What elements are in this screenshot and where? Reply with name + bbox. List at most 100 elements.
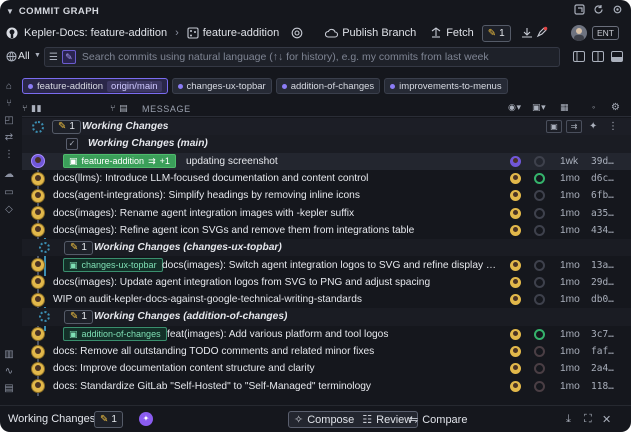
search-scope-dropdown[interactable]: All	[18, 50, 30, 62]
sha-column-icon[interactable]: ◦	[592, 102, 596, 112]
commit-sha: 118…	[591, 380, 614, 392]
commit-row[interactable]: docs(images): Refine agent icon SVGs and…	[22, 222, 631, 239]
fetch-icon	[430, 27, 442, 39]
open-in-editor-icon[interactable]	[574, 4, 585, 15]
working-changes-main-row[interactable]: ✓ Working Changes (main)	[22, 135, 631, 153]
branch-dot-icon	[177, 83, 183, 89]
close-icon[interactable]: ✕	[602, 413, 611, 426]
more-icon[interactable]: ⋮	[608, 121, 618, 132]
branch-label-changes-ux-topbar[interactable]: ▣ changes-ux-topbar	[63, 258, 163, 273]
refresh-icon[interactable]	[593, 4, 604, 15]
wip-count-badge: ✎ 1	[64, 309, 93, 324]
account-avatar[interactable]	[571, 25, 587, 41]
commit-sha: 434…	[591, 224, 614, 236]
author-column-icon[interactable]: ◉▾	[508, 102, 522, 113]
chip-addition-of-changes[interactable]: addition-of-changes	[275, 78, 381, 94]
tag-icon[interactable]: ◇	[3, 203, 15, 215]
layout-split-icon[interactable]	[573, 51, 585, 62]
working-changes-branch-row[interactable]: ✎ 1 Working Changes (addition-of-changes…	[22, 308, 631, 326]
commit-message: updating screenshot	[186, 155, 278, 167]
pull-request-icon[interactable]: ⇄	[3, 131, 15, 143]
branch-filter-chips: feature-addition origin/main changes-ux-…	[22, 78, 508, 94]
publish-branch-button[interactable]: Publish Branch	[342, 27, 416, 39]
target-icon[interactable]	[291, 27, 303, 39]
ci-status-icon	[534, 155, 545, 167]
merge-icon[interactable]: ⇉	[566, 120, 582, 133]
chip-changes-ux-topbar[interactable]: changes-ux-topbar	[171, 78, 272, 94]
working-changes-row[interactable]: ✎ 1 Working Changes ▣ ⇉ ✦ ⋮	[22, 118, 631, 136]
status-column-icon[interactable]: ▣▾	[532, 102, 546, 113]
ai-search-toggle-icon[interactable]: ✎	[61, 50, 76, 64]
branch-label-addition-of-changes[interactable]: ▣ addition-of-changes	[63, 327, 167, 342]
commit-row[interactable]: docs(images): Update agent integration l…	[22, 274, 631, 291]
compare-button[interactable]: ⇋ Compare	[404, 411, 472, 428]
commit-row[interactable]: docs: Standardize GitLab "Self-Hosted" t…	[22, 377, 631, 394]
commit-message: Working Changes (addition-of-changes)	[94, 311, 288, 323]
stash-icon[interactable]: ▣	[546, 120, 562, 133]
collapse-chevron-icon[interactable]: ▼	[6, 7, 14, 16]
commit-row[interactable]: ▣ feature-addition ⇉ +1 updating screens…	[22, 152, 631, 170]
compare-icon: ⇋	[409, 414, 419, 426]
commit-age: 1mo	[560, 346, 580, 357]
terminal-icon[interactable]: ▤	[3, 382, 15, 394]
wand-icon[interactable]: ✦	[589, 121, 597, 132]
ci-status-icon	[534, 259, 545, 271]
activity-icon[interactable]: ∿	[3, 365, 15, 377]
footer-wip-count-badge[interactable]: ✎ 1	[94, 411, 123, 428]
settings-gear-icon[interactable]	[612, 4, 623, 15]
commit-message: docs(llms): Introduce LLM-focused docume…	[53, 173, 369, 185]
chip-improvements-to-menus[interactable]: improvements-to-menus	[384, 78, 508, 94]
commit-row[interactable]: docs(llms): Introduce LLM-focused docume…	[22, 170, 631, 187]
footer-bar: Working Changes ✎ 1 ✦ ✧ Compose ☷ Review…	[0, 405, 631, 432]
cloud-icon[interactable]: ☁	[3, 168, 15, 180]
ci-status-icon	[534, 190, 545, 202]
branch-label-feature-addition[interactable]: ▣ feature-addition ⇉ +1	[63, 154, 176, 169]
panel-layout-icon[interactable]: ▥	[3, 348, 15, 360]
commit-row[interactable]: ▣ addition-of-changes feat(images): Add …	[22, 326, 631, 343]
message-column-header[interactable]: MESSAGE	[142, 104, 191, 114]
remote-icon[interactable]: ◰	[3, 114, 15, 126]
commit-message: docs(images): Switch agent integration l…	[162, 259, 498, 271]
compose-review-toggle[interactable]: ✧ Compose ☷ Review	[288, 411, 419, 428]
commit-sha: d6c…	[591, 173, 614, 185]
commit-sha: 13a…	[591, 259, 614, 271]
inbox-icon[interactable]: ▭	[3, 186, 15, 198]
commit-row[interactable]: docs: Improve documentation content stru…	[22, 360, 631, 377]
commit-row[interactable]: docs: Remove all outstanding TODO commen…	[22, 343, 631, 360]
download-icon[interactable]: ⤓	[566, 413, 571, 426]
layout-bottom-panel-icon[interactable]	[611, 51, 623, 62]
chip-feature-addition[interactable]: feature-addition origin/main	[22, 78, 168, 94]
wip-count-badge: ✎ 1	[52, 119, 81, 134]
cloud-upload-icon	[325, 28, 339, 39]
commit-row[interactable]: WIP on audit-kepler-docs-against-google-…	[22, 291, 631, 308]
commit-row[interactable]: ▣ changes-ux-topbar docs(images): Switch…	[22, 256, 631, 273]
repo-selector[interactable]: Kepler-Docs: feature-addition	[24, 27, 167, 39]
footer-ai-icon[interactable]: ✦	[139, 412, 153, 426]
author-avatar	[31, 344, 45, 359]
branch-selector[interactable]: feature-addition	[203, 27, 279, 39]
compose-button[interactable]: Compose	[307, 414, 354, 426]
expand-icon[interactable]: ⛶	[584, 413, 592, 426]
commit-row[interactable]: docs(agent-integrations): Simplify headi…	[22, 187, 631, 204]
layout-columns-icon[interactable]	[592, 51, 604, 62]
author-avatar-small	[510, 207, 521, 219]
working-changes-branch-row[interactable]: ✎ 1 Working Changes (changes-ux-topbar)	[22, 239, 631, 257]
wip-count-badge[interactable]: ✎ 1	[481, 24, 511, 42]
column-options-icon[interactable]: ⑂ ▤	[110, 103, 128, 114]
column-settings-icon[interactable]: ⚙	[611, 102, 621, 113]
graph-column-icon[interactable]: ⑂ ▮▮	[22, 103, 42, 114]
rocket-icon[interactable]	[536, 26, 548, 38]
graph-icon[interactable]: ⋮	[3, 148, 15, 160]
fetch-button[interactable]: Fetch	[446, 27, 474, 39]
panel-titlebar: ▼ COMMIT GRAPH	[0, 0, 631, 22]
filter-icon[interactable]: ☰	[49, 52, 58, 63]
wip-count-badge: ✎ 1	[64, 240, 93, 255]
home-icon[interactable]: ⌂	[3, 80, 15, 92]
download-icon[interactable]	[521, 27, 533, 39]
date-column-icon[interactable]: ▦	[560, 102, 569, 113]
search-input[interactable]	[81, 51, 559, 63]
commit-message: Working Changes	[82, 121, 169, 133]
ci-status-icon	[534, 207, 545, 219]
commit-row[interactable]: docs(images): Rename agent integration i…	[22, 204, 631, 221]
branches-icon[interactable]: ⑂	[3, 97, 15, 109]
